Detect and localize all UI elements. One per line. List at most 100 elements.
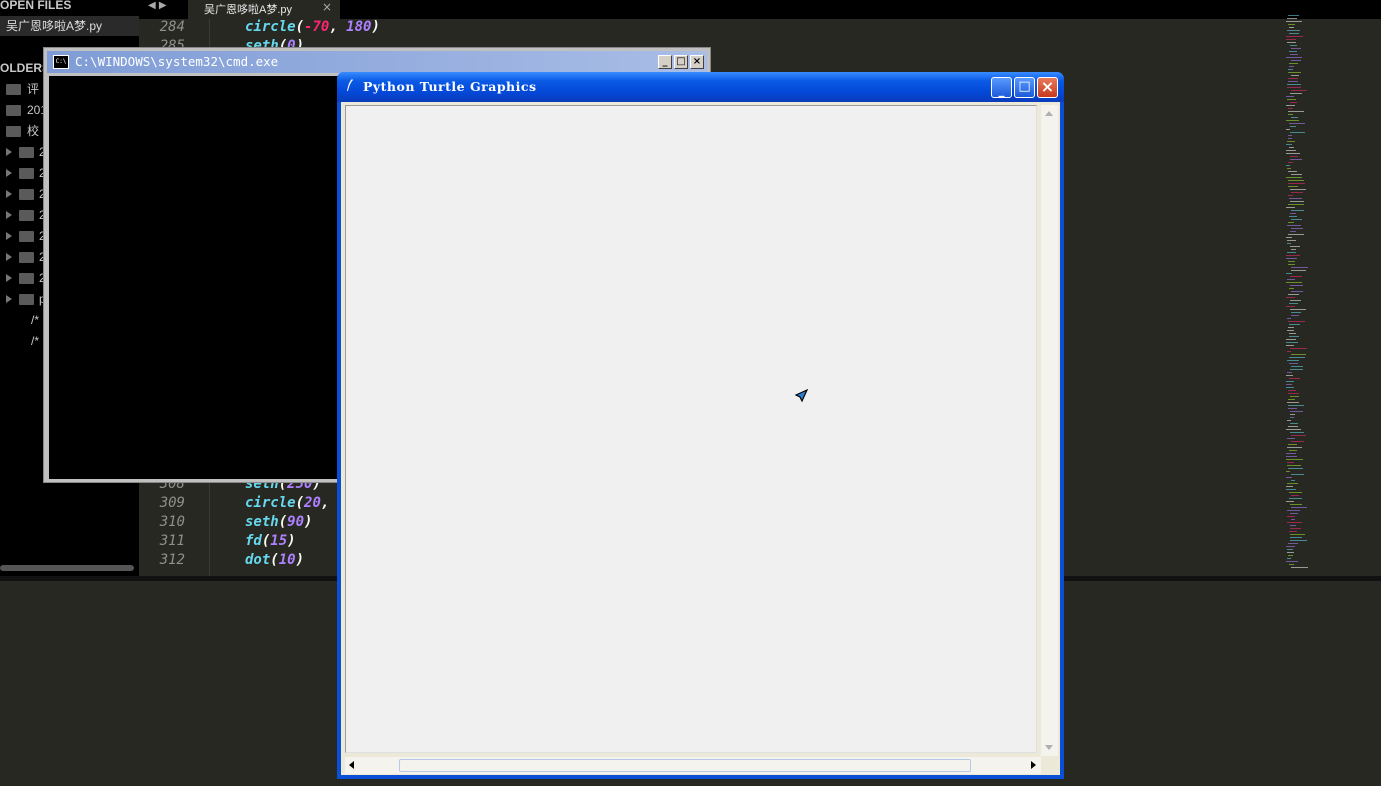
expand-arrow-icon[interactable]	[6, 295, 12, 303]
cmd-title-bar[interactable]: C:\ C:\WINDOWS\system32\cmd.exe _ □ ×	[47, 51, 707, 73]
minimap-line	[1288, 111, 1304, 112]
scroll-up-arrow-icon[interactable]	[1045, 111, 1053, 116]
line-number: 309	[159, 495, 185, 511]
minimap-line	[1290, 132, 1305, 133]
code-function: dot	[245, 552, 271, 568]
horizontal-scroll-thumb[interactable]	[399, 759, 971, 772]
scroll-down-arrow-icon[interactable]	[1045, 745, 1053, 750]
scroll-left-arrow-icon[interactable]	[349, 761, 354, 769]
sidebar-folder-label: 评	[27, 82, 40, 96]
expand-arrow-icon[interactable]	[6, 190, 12, 198]
code-function: circle	[245, 19, 296, 35]
turtle-window[interactable]: Python Turtle Graphics _ □ ×	[337, 72, 1064, 779]
minimap-line	[1286, 153, 1300, 154]
sidebar-open-file[interactable]: 吴广恩哆啦A梦.py	[0, 16, 139, 36]
minimap-line	[1289, 336, 1299, 337]
minimap-line	[1288, 408, 1297, 409]
minimap-line	[1286, 306, 1295, 307]
minimap-line	[1288, 321, 1305, 322]
minimap-line	[1287, 42, 1296, 43]
minimap-line	[1286, 477, 1292, 478]
minimap-line	[1288, 135, 1292, 136]
code-line[interactable]: seth(90)	[245, 514, 312, 530]
cmd-close-button[interactable]: ×	[690, 55, 704, 69]
minimap-line	[1288, 444, 1297, 445]
minimap-line	[1291, 474, 1304, 475]
minimap-line	[1290, 300, 1301, 301]
minimap-line	[1286, 105, 1295, 106]
minimap-line	[1291, 441, 1304, 442]
minimap-line	[1286, 129, 1290, 130]
folder-icon	[19, 252, 34, 263]
turtle-canvas[interactable]	[345, 105, 1037, 753]
turtle-title-bar[interactable]: Python Turtle Graphics _ □ ×	[337, 72, 1064, 102]
minimap-line	[1286, 429, 1301, 430]
minimap-line	[1290, 540, 1307, 541]
minimap-line	[1290, 231, 1296, 232]
turtle-minimize-button[interactable]: _	[991, 77, 1012, 98]
tab-close-icon[interactable]: ×	[322, 0, 332, 14]
minimap-line	[1286, 486, 1293, 487]
folder-icon	[6, 105, 21, 116]
cmd-maximize-button[interactable]: □	[674, 55, 688, 69]
vertical-scrollbar[interactable]	[1041, 105, 1058, 756]
cmd-minimize-button[interactable]: _	[658, 55, 672, 69]
code-line[interactable]: circle(-70, 180)	[245, 19, 380, 35]
minimap-line	[1287, 516, 1295, 517]
code-line[interactable]: dot(10)	[245, 552, 304, 568]
expand-arrow-icon[interactable]	[6, 253, 12, 261]
tab-nav-arrows[interactable]: ◀ ▶	[148, 0, 167, 11]
minimap-line	[1291, 174, 1302, 175]
minimap-line	[1291, 75, 1299, 76]
minimap-line	[1291, 60, 1301, 61]
minimap-line	[1291, 495, 1299, 496]
minimap-line	[1289, 123, 1305, 124]
minimap-line	[1290, 102, 1297, 103]
scroll-right-arrow-icon[interactable]	[1031, 761, 1036, 769]
minimap-line	[1287, 420, 1291, 421]
code-token: ,	[320, 495, 330, 511]
minimap-line	[1287, 438, 1295, 439]
minimap-line	[1289, 363, 1298, 364]
expand-arrow-icon[interactable]	[6, 211, 12, 219]
minimap-line	[1291, 270, 1306, 271]
minimap-line	[1289, 288, 1294, 289]
minimap-line	[1287, 447, 1302, 448]
minimap-line	[1286, 282, 1302, 283]
minimap-line	[1286, 387, 1294, 388]
sidebar-scrollbar[interactable]	[0, 565, 134, 571]
minimap-line	[1290, 348, 1307, 349]
minimap-line	[1289, 27, 1294, 28]
turtle-maximize-button[interactable]: □	[1014, 77, 1035, 98]
horizontal-scrollbar[interactable]	[345, 757, 1041, 774]
expand-arrow-icon[interactable]	[6, 148, 12, 156]
minimap-line	[1290, 201, 1304, 202]
turtle-window-title: Python Turtle Graphics	[363, 79, 537, 94]
code-token: ,	[329, 19, 347, 35]
minimap-line	[1289, 51, 1297, 52]
line-number: 311	[159, 533, 185, 549]
minimap-line	[1286, 207, 1295, 208]
code-line[interactable]: fd(15)	[245, 533, 296, 549]
code-paren: )	[287, 533, 296, 549]
minimap-line	[1290, 159, 1302, 160]
expand-arrow-icon[interactable]	[6, 169, 12, 177]
minimap-line	[1290, 276, 1302, 277]
code-function: seth	[245, 514, 279, 530]
minimap-line	[1289, 378, 1300, 379]
turtle-close-button[interactable]: ×	[1037, 77, 1058, 98]
code-token: 90	[287, 514, 305, 530]
folder-icon	[19, 189, 34, 200]
code-line[interactable]: circle(20,	[245, 495, 329, 511]
minimap-line	[1291, 435, 1306, 436]
file-tab-label[interactable]: 吴广恩哆啦A梦.py	[204, 1, 292, 17]
minimap-line	[1290, 309, 1306, 310]
expand-arrow-icon[interactable]	[6, 232, 12, 240]
line-number: 310	[159, 514, 185, 530]
minimap[interactable]	[1282, 15, 1342, 575]
minimap-line	[1288, 195, 1293, 196]
folder-icon	[19, 210, 34, 221]
open-files-header: OPEN FILES	[0, 0, 72, 12]
expand-arrow-icon[interactable]	[6, 274, 12, 282]
minimap-line	[1289, 531, 1297, 532]
